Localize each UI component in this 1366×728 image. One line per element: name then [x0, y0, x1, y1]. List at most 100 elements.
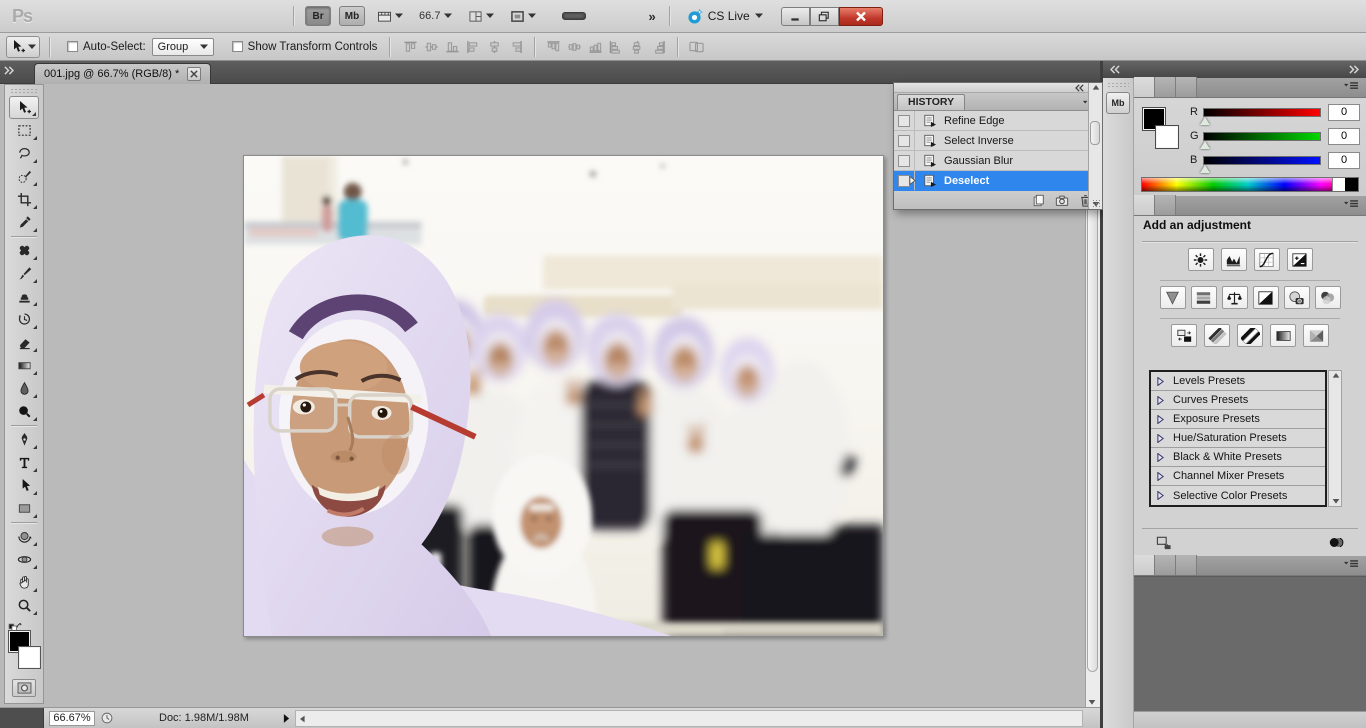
- button-auto-align-layers[interactable]: [687, 39, 706, 55]
- button-align-horizontal-centers[interactable]: [485, 39, 504, 55]
- tool-clone-stamp[interactable]: [9, 285, 39, 308]
- layers-panel-content[interactable]: [1134, 576, 1366, 711]
- button-align-left-edges[interactable]: [464, 39, 483, 55]
- button-align-vertical-centers[interactable]: [422, 39, 441, 55]
- panel-tab[interactable]: [1155, 77, 1176, 97]
- adjustment-levels[interactable]: [1221, 248, 1247, 271]
- panel-grip[interactable]: [10, 88, 38, 94]
- auto-select-checkbox[interactable]: [67, 41, 78, 52]
- collapse-dock-right-icon[interactable]: [1348, 65, 1359, 74]
- quick-mask-button[interactable]: [12, 679, 36, 697]
- adjustment-selective-color[interactable]: [1303, 324, 1329, 347]
- button-distribute-vertical-centers[interactable]: [565, 39, 584, 55]
- tool-rotate-3d[interactable]: [9, 525, 39, 548]
- clip-to-layer-icon[interactable]: [1328, 536, 1344, 549]
- channel-value-field[interactable]: [1328, 152, 1360, 169]
- white-swatch[interactable]: [1332, 178, 1345, 191]
- tool-eraser[interactable]: [9, 331, 39, 354]
- zoom-level-control[interactable]: 66.7: [419, 10, 452, 22]
- adjustment-vibrance[interactable]: [1160, 286, 1186, 309]
- adjustment-color-balance[interactable]: [1222, 286, 1248, 309]
- tool-move[interactable]: [9, 96, 39, 119]
- swap-colors-icon[interactable]: [8, 621, 23, 631]
- workspace-overflow-button[interactable]: »: [642, 9, 661, 24]
- channel-slider[interactable]: [1203, 156, 1321, 165]
- channel-value-field[interactable]: [1328, 128, 1360, 145]
- preset-row[interactable]: Black & White Presets: [1151, 448, 1325, 467]
- preset-row[interactable]: Channel Mixer Presets: [1151, 467, 1325, 486]
- expand-triangle-icon[interactable]: [1157, 453, 1164, 462]
- adjustment-posterize[interactable]: [1204, 324, 1230, 347]
- tool-orbit-3d[interactable]: [9, 548, 39, 571]
- presets-scrollbar[interactable]: [1328, 370, 1342, 507]
- adjustment-photo-filter[interactable]: [1284, 286, 1310, 309]
- tool-hand[interactable]: [9, 571, 39, 594]
- tool-lasso[interactable]: [9, 142, 39, 165]
- panel-tab[interactable]: [1176, 77, 1197, 97]
- collapse-dock-left-icon[interactable]: [1110, 65, 1121, 74]
- expand-triangle-icon[interactable]: [1157, 377, 1164, 386]
- restore-button[interactable]: [810, 7, 839, 26]
- canvas-document[interactable]: [243, 155, 884, 637]
- adjustment-brightness-contrast[interactable]: [1188, 248, 1214, 271]
- button-distribute-right-edges[interactable]: [649, 39, 668, 55]
- new-document-from-state-icon[interactable]: [1032, 194, 1045, 207]
- tool-spot-healing[interactable]: [9, 239, 39, 262]
- button-align-bottom-edges[interactable]: [443, 39, 462, 55]
- button-align-right-edges[interactable]: [506, 39, 525, 55]
- resize-grip[interactable]: [1092, 199, 1101, 208]
- scroll-up-icon[interactable]: [1332, 373, 1340, 378]
- panel-tab[interactable]: [1134, 77, 1155, 97]
- tool-pen[interactable]: [9, 428, 39, 451]
- adjustment-hue-saturation[interactable]: [1191, 286, 1217, 309]
- button-distribute-bottom-edges[interactable]: [586, 39, 605, 55]
- close-button[interactable]: [839, 7, 883, 26]
- history-scrollbar[interactable]: [1088, 83, 1102, 209]
- scroll-up-icon[interactable]: [1092, 85, 1100, 90]
- adjustment-invert[interactable]: [1171, 324, 1197, 347]
- button-distribute-left-edges[interactable]: [607, 39, 626, 55]
- button-distribute-horizontal-centers[interactable]: [628, 39, 647, 55]
- tool-path-selection[interactable]: [9, 474, 39, 497]
- tool-rectangle[interactable]: [9, 497, 39, 520]
- tool-zoom[interactable]: [9, 594, 39, 617]
- tool-quick-selection[interactable]: [9, 165, 39, 188]
- show-transform-checkbox[interactable]: [232, 41, 243, 52]
- panel-tab[interactable]: [1134, 195, 1155, 215]
- preset-row[interactable]: Hue/Saturation Presets: [1151, 429, 1325, 448]
- statusbar-flyout-icon[interactable]: [283, 714, 290, 723]
- tool-eyedropper[interactable]: [9, 211, 39, 234]
- view-extras-button[interactable]: [372, 8, 408, 25]
- mini-bridge-button[interactable]: Mb: [339, 6, 365, 26]
- panel-menu-icon[interactable]: [1344, 200, 1364, 213]
- scroll-down-icon[interactable]: [1088, 700, 1096, 705]
- button-align-top-edges[interactable]: [401, 39, 420, 55]
- auto-select-group-dropdown[interactable]: Group: [152, 38, 214, 56]
- history-entry[interactable]: Gaussian Blur: [894, 151, 1102, 171]
- history-entry[interactable]: Deselect: [894, 171, 1102, 191]
- mini-bridge-panel-button[interactable]: Mb: [1106, 92, 1130, 114]
- document-close-button[interactable]: [187, 67, 201, 81]
- expanded-view-icon[interactable]: [1156, 536, 1172, 550]
- minimize-button[interactable]: [781, 7, 810, 26]
- collapse-panel-icon[interactable]: [1075, 84, 1085, 92]
- adjustment-curves[interactable]: [1254, 248, 1280, 271]
- adjustment-black-white[interactable]: [1253, 286, 1279, 309]
- scroll-down-icon[interactable]: [1332, 499, 1340, 504]
- history-entry[interactable]: Refine Edge: [894, 111, 1102, 131]
- channel-value-field[interactable]: [1328, 104, 1360, 121]
- tool-history-brush[interactable]: [9, 308, 39, 331]
- background-color-swatch[interactable]: [1156, 126, 1178, 148]
- background-color-swatch[interactable]: [19, 647, 40, 668]
- tool-rect-marquee[interactable]: [9, 119, 39, 142]
- bridge-button[interactable]: Br: [305, 6, 331, 26]
- workspace-painting[interactable]: [620, 13, 642, 19]
- workspace-design[interactable]: [592, 13, 614, 19]
- zoom-level-value[interactable]: 66.7: [419, 10, 440, 22]
- panel-tab[interactable]: [1176, 555, 1197, 575]
- tool-crop[interactable]: [9, 188, 39, 211]
- black-swatch[interactable]: [1345, 178, 1358, 191]
- adjustment-gradient-map[interactable]: [1270, 324, 1296, 347]
- adjustment-exposure[interactable]: [1287, 248, 1313, 271]
- current-tool-badge[interactable]: [6, 36, 40, 58]
